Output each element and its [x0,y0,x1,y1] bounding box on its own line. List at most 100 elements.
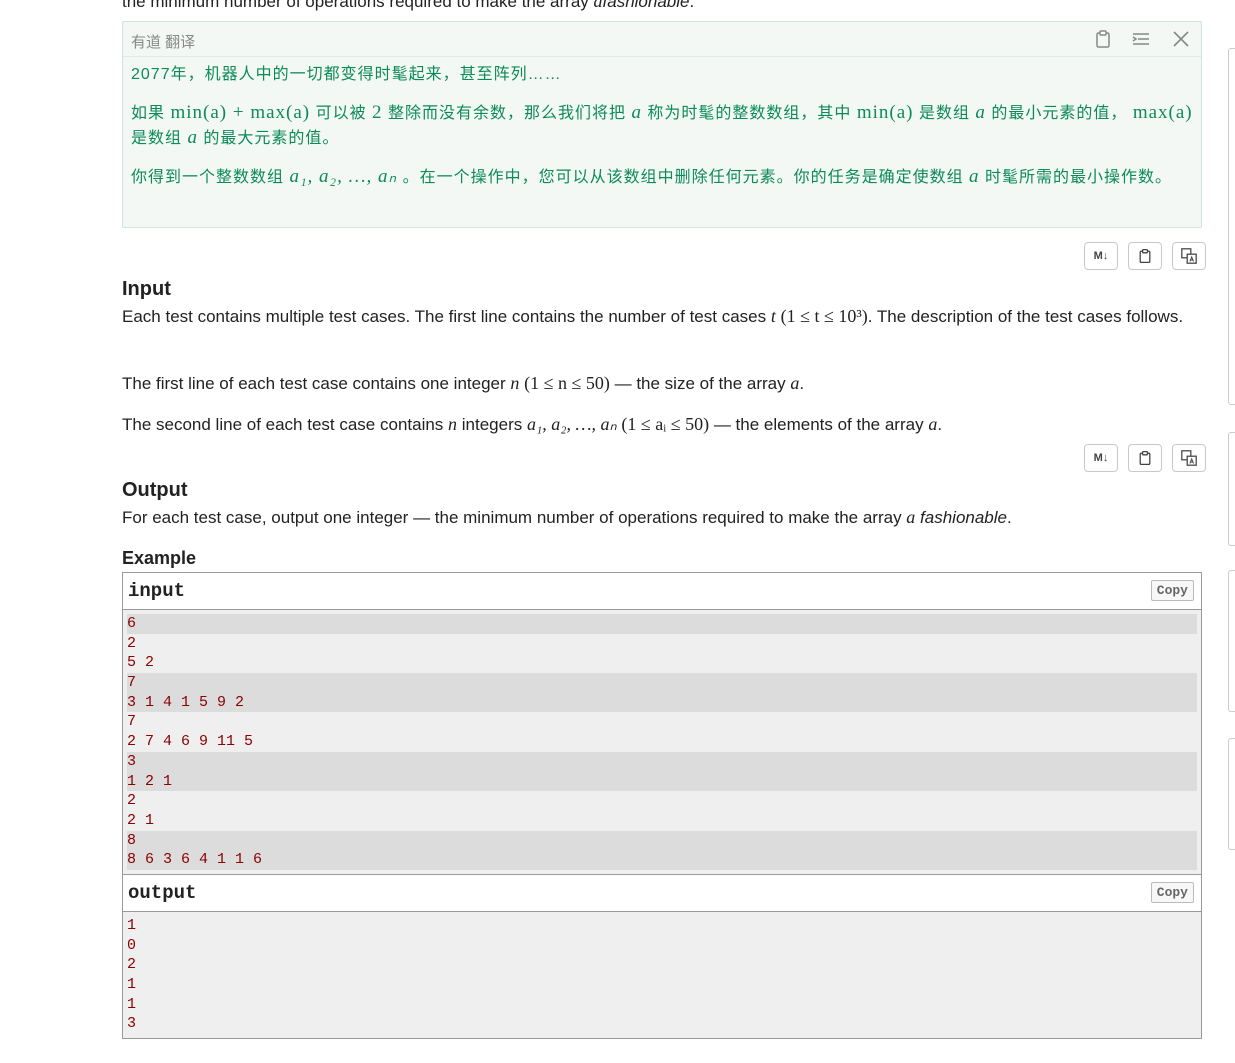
math-expr: (1 ≤ aᵢ ≤ 50) [621,414,710,434]
clipboard-icon [1139,450,1151,466]
math-var: a [631,102,642,123]
emphasis: fashionable [920,508,1007,527]
text: Each test contains multiple test cases. … [122,307,771,326]
output-paragraph: For each test case, output one integer —… [122,505,1202,530]
youdao-translation-panel: 有道 翻译 2077年，机器人中的一切都变得时髦起来，甚至阵列…… 如果 min… [122,21,1202,228]
previous-paragraph-tail: the minimum number of operations require… [122,0,694,12]
translate-icon [1181,450,1197,466]
io-line: 0 [127,936,137,954]
math-var: t [770,306,776,326]
emphasis: fashionable [602,0,690,11]
text: integers [457,415,527,434]
output-content[interactable]: 102113 [123,912,1201,1039]
io-line: 3 [127,751,1197,772]
clipboard-icon [1139,248,1151,264]
text: 整除而没有余数，那么我们将把 [382,105,632,122]
math-var: a [969,166,980,187]
text: 是数组 [913,105,976,122]
text: 是数组 [131,130,188,147]
text: — the elements of the array [709,415,929,434]
input-heading: Input [122,278,171,300]
math-expr: max(a) [1132,102,1193,123]
text: For each test case, output one integer —… [122,508,907,527]
text: 可以被 [310,105,373,122]
text: . [689,0,695,11]
text: . The description of the test cases foll… [867,307,1184,326]
io-line: 8 6 3 6 4 1 1 6 [127,850,1197,870]
text: 2077年，机器人中的一切都变得时髦起来，甚至阵列…… [131,66,562,83]
markdown-button[interactable]: M↓ [1084,242,1118,270]
clipboard-icon[interactable] [1093,29,1113,49]
io-line: 7 [127,713,137,731]
translate-button[interactable] [1172,242,1206,270]
translation-panel-header: 有道 翻译 [123,22,1201,57]
translation-paragraph-2: 如果 min(a) + max(a) 可以被 2 整除而没有余数，那么我们将把 … [131,101,1193,151]
math-var: a [790,373,800,393]
copy-output-button[interactable]: Copy [1150,882,1194,903]
side-panel-edge [1228,48,1235,405]
input-content[interactable]: 625 273 1 4 1 5 9 272 7 4 6 9 11 531 2 1… [123,610,1201,874]
text: the minimum number of operations require… [122,0,594,11]
io-line: 2 1 [127,811,155,829]
side-panel-edge [1228,432,1235,546]
math-expr: a₁, a₂, …, aₙ [526,414,617,434]
side-panel-edge [1228,738,1235,850]
example-heading: Example [122,548,197,568]
io-line: 1 [127,976,137,994]
math-var: n [448,414,458,434]
markdown-icon: M↓ [1093,250,1109,262]
io-line: 1 [127,917,137,934]
example-output-box: output Copy 102113 [122,874,1202,1040]
math-expr: 2 [372,102,383,123]
text: . [1007,508,1012,527]
list-icon[interactable] [1131,29,1151,49]
output-box-header: output Copy [123,875,1201,912]
text: 。在一个操作中，您可以从该数组中删除任何元素。你的任务是确定使数组 [397,169,970,186]
math-expr: min(a) + max(a) [170,102,311,123]
copy-input-button[interactable]: Copy [1150,580,1194,601]
text: . [799,374,805,393]
math-var: n [510,373,520,393]
input-paragraph-2: The first line of each test case contain… [122,371,1202,396]
io-line: 3 [127,1015,137,1033]
text: 如果 [131,105,171,122]
math-expr: (1 ≤ n ≤ 50) [524,373,610,393]
text: 称为时髦的整数数组，其中 [641,105,857,122]
input-box-header: input Copy [123,573,1201,610]
io-line: 2 [127,634,137,652]
math-var: a [975,102,986,123]
markdown-button[interactable]: M↓ [1084,444,1118,472]
io-line: 8 [127,830,1197,851]
text: 时髦所需的最小操作数。 [979,169,1172,186]
translation-text: 2077年，机器人中的一切都变得时髦起来，甚至阵列…… 如果 min(a) + … [123,57,1201,210]
translation-panel-title: 有道 翻译 [131,34,196,51]
input-paragraph-3: The second line of each test case contai… [122,412,1202,437]
translation-paragraph-1: 2077年，机器人中的一切都变得时髦起来，甚至阵列…… [131,63,1193,87]
section-toolbar: M↓ [1084,444,1206,472]
io-line: 7 [127,673,1197,693]
text: The second line of each test case contai… [122,415,449,434]
text: — the size of the array [609,374,791,393]
translate-button[interactable] [1172,444,1206,472]
io-line: 5 2 [127,654,155,672]
math-var: a [593,0,603,11]
translate-icon [1181,248,1197,264]
translation-paragraph-3: 你得到一个整数数组 a₁, a₂, …, aₙ 。在一个操作中，您可以从该数组中… [131,165,1193,190]
markdown-icon: M↓ [1093,452,1109,464]
io-line: 1 2 1 [127,771,1197,792]
side-panel-edge [1228,570,1235,712]
math-var: a [906,507,916,527]
math-expr: (1 ≤ t ≤ 10³) [780,306,868,326]
input-paragraph-1: Each test contains multiple test cases. … [122,304,1202,329]
io-line: 2 7 4 6 9 11 5 [127,733,254,751]
copy-clipboard-button[interactable] [1128,444,1162,472]
text: . [937,415,943,434]
io-line: 3 1 4 1 5 9 2 [127,692,1197,713]
io-line: 6 [127,614,1197,634]
close-icon[interactable] [1171,29,1191,49]
copy-clipboard-button[interactable] [1128,242,1162,270]
math-expr: min(a) [856,102,914,123]
output-label: output [128,882,197,904]
text: The first line of each test case contain… [122,374,511,393]
io-line: 2 [127,792,137,810]
